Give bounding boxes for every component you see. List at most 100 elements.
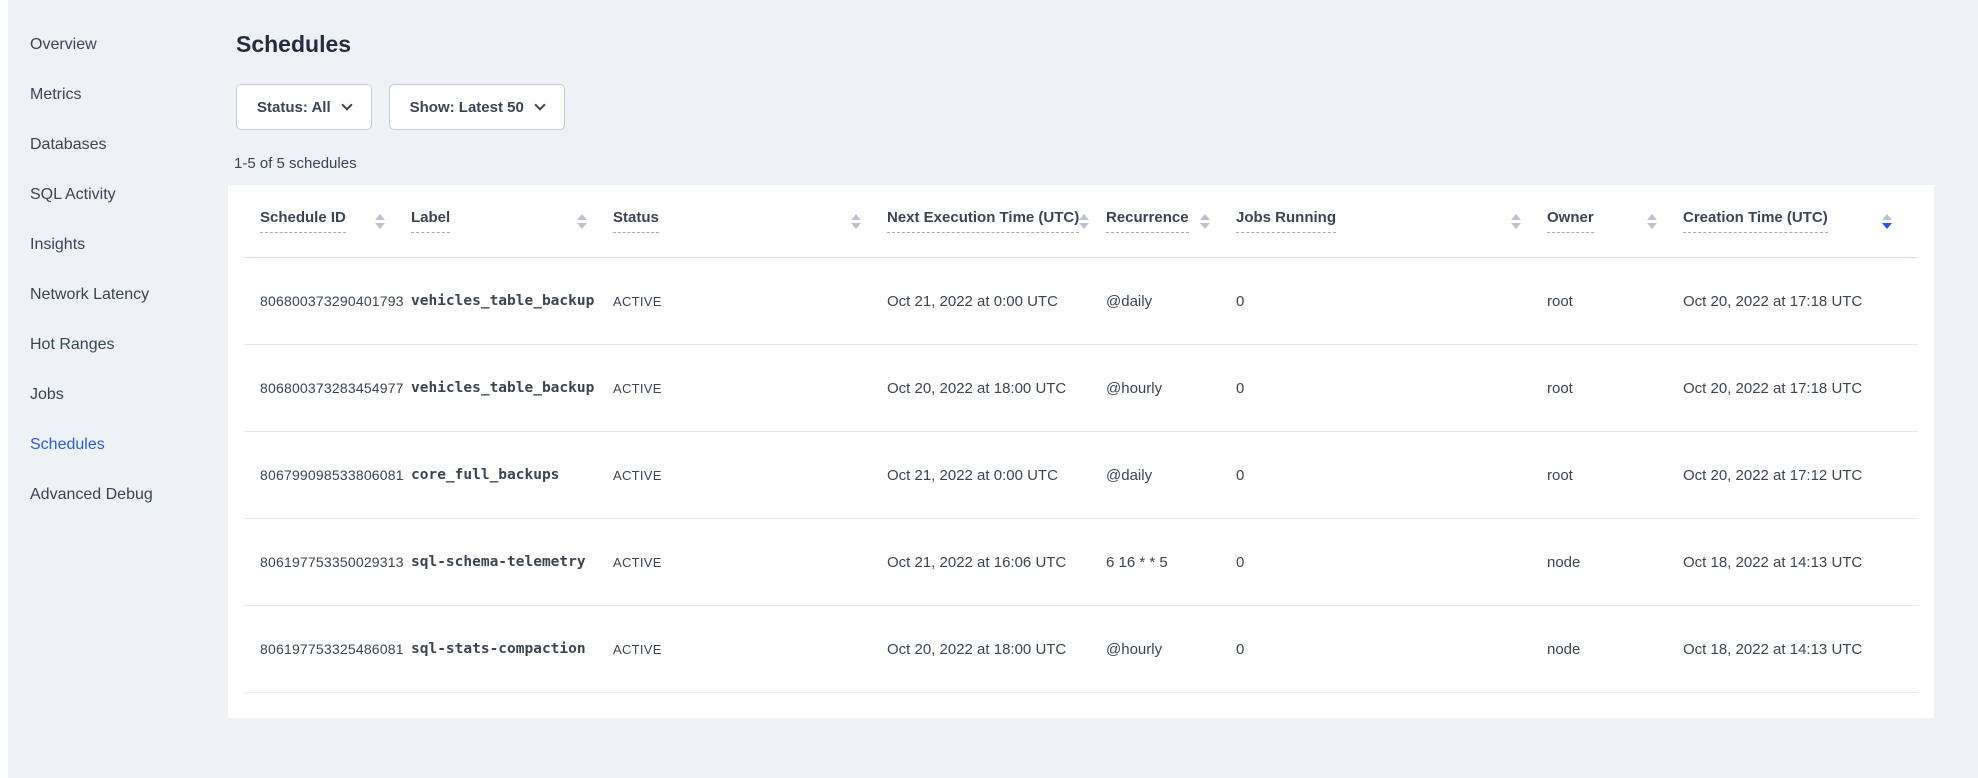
cell-owner: root: [1547, 293, 1683, 310]
column-header-label: Owner: [1547, 209, 1594, 233]
sort-asc-arrow-icon: [1200, 214, 1210, 220]
cell-next-execution: Oct 20, 2022 at 18:00 UTC: [887, 641, 1106, 658]
column-header-recurrence[interactable]: Recurrence: [1106, 209, 1236, 233]
table-row: 806800373283454977vehicles_table_backupA…: [244, 345, 1918, 432]
sort-desc-arrow-icon: [375, 223, 385, 229]
sort-desc-arrow-icon: [577, 223, 587, 229]
cell-schedule-id: 806800373283454977: [244, 380, 411, 396]
sidebar-item-schedules[interactable]: Schedules: [8, 420, 233, 470]
sort-asc-arrow-icon: [851, 214, 861, 220]
cell-schedule-id: 806197753350029313: [244, 554, 411, 570]
cell-jobs-running: 0: [1236, 554, 1547, 571]
table-row: 806799098533806081core_full_backupsACTIV…: [244, 432, 1918, 519]
column-header-jobs-running[interactable]: Jobs Running: [1236, 209, 1547, 233]
cell-next-execution: Oct 20, 2022 at 18:00 UTC: [887, 380, 1106, 397]
column-header-label: Recurrence: [1106, 209, 1189, 233]
sidebar-item-databases[interactable]: Databases: [8, 120, 233, 170]
cell-owner: root: [1547, 467, 1683, 484]
cell-schedule-id: 806799098533806081: [244, 467, 411, 483]
cell-status: ACTIVE: [613, 381, 887, 396]
cell-owner: node: [1547, 554, 1683, 571]
cell-label: vehicles_table_backup: [411, 380, 613, 396]
table-row: 806800373290401793vehicles_table_backupA…: [244, 258, 1918, 345]
cell-recurrence: @hourly: [1106, 380, 1236, 397]
column-header-label: Creation Time (UTC): [1683, 209, 1828, 233]
sort-icon[interactable]: [1647, 214, 1657, 229]
show-filter-label: Show: Latest 50: [410, 99, 524, 116]
cell-creation-time: Oct 20, 2022 at 17:12 UTC: [1683, 467, 1918, 484]
column-header-status[interactable]: Status: [613, 209, 887, 233]
sort-icon[interactable]: [1882, 214, 1892, 229]
sort-icon[interactable]: [375, 214, 385, 229]
cell-label: sql-schema-telemetry: [411, 554, 613, 570]
sort-icon[interactable]: [577, 214, 587, 229]
column-header-label: Next Execution Time (UTC): [887, 209, 1079, 233]
cell-schedule-id: 806800373290401793: [244, 293, 411, 309]
sidebar-item-metrics[interactable]: Metrics: [8, 70, 233, 120]
cell-jobs-running: 0: [1236, 641, 1547, 658]
sidebar-item-advanced-debug[interactable]: Advanced Debug: [8, 470, 233, 520]
column-header-label[interactable]: Label: [411, 209, 613, 233]
sidebar-item-overview[interactable]: Overview: [8, 20, 233, 70]
sort-desc-arrow-icon: [851, 223, 861, 229]
chevron-down-icon: [341, 99, 352, 110]
sort-icon[interactable]: [1079, 214, 1089, 229]
sidebar-nav: OverviewMetricsDatabasesSQL ActivityInsi…: [8, 0, 233, 778]
sidebar-item-network-latency[interactable]: Network Latency: [8, 270, 233, 320]
cell-jobs-running: 0: [1236, 293, 1547, 310]
column-header-owner[interactable]: Owner: [1547, 209, 1683, 233]
column-header-creation-time-utc[interactable]: Creation Time (UTC): [1683, 209, 1918, 233]
cell-recurrence: @daily: [1106, 467, 1236, 484]
cell-recurrence: @hourly: [1106, 641, 1236, 658]
cell-status: ACTIVE: [613, 294, 887, 309]
sort-desc-arrow-icon: [1647, 223, 1657, 229]
table-header-row: Schedule ID Label Status Next Execution Tim…: [244, 185, 1918, 258]
sort-asc-arrow-icon: [1511, 214, 1521, 220]
sidebar-item-hot-ranges[interactable]: Hot Ranges: [8, 320, 233, 370]
sort-icon[interactable]: [1200, 214, 1210, 229]
sidebar-item-jobs[interactable]: Jobs: [8, 370, 233, 420]
cell-creation-time: Oct 18, 2022 at 14:13 UTC: [1683, 641, 1918, 658]
page-title: Schedules: [228, 0, 1978, 58]
cell-next-execution: Oct 21, 2022 at 16:06 UTC: [887, 554, 1106, 571]
cell-creation-time: Oct 20, 2022 at 17:18 UTC: [1683, 293, 1918, 310]
sort-asc-arrow-icon: [577, 214, 587, 220]
status-filter-label: Status: All: [257, 99, 331, 116]
schedules-table-card: Schedule ID Label Status Next Execution Tim…: [228, 185, 1934, 718]
table-row: 806197753325486081sql-stats-compactionAC…: [244, 606, 1918, 693]
table-body: 806800373290401793vehicles_table_backupA…: [244, 258, 1918, 693]
sort-icon[interactable]: [1511, 214, 1521, 229]
sidebar-item-insights[interactable]: Insights: [8, 220, 233, 270]
cell-owner: node: [1547, 641, 1683, 658]
cell-label: sql-stats-compaction: [411, 641, 613, 657]
results-summary: 1-5 of 5 schedules: [234, 154, 1978, 174]
cell-recurrence: @daily: [1106, 293, 1236, 310]
cell-creation-time: Oct 18, 2022 at 14:13 UTC: [1683, 554, 1918, 571]
cell-status: ACTIVE: [613, 468, 887, 483]
column-header-next-execution-time-utc[interactable]: Next Execution Time (UTC): [887, 209, 1106, 233]
cell-next-execution: Oct 21, 2022 at 0:00 UTC: [887, 467, 1106, 484]
sort-asc-arrow-icon: [375, 214, 385, 220]
column-header-label: Label: [411, 209, 450, 233]
column-header-label: Status: [613, 209, 659, 233]
main-content: Schedules Status: All Show: Latest 50 1-…: [228, 0, 1978, 718]
sort-asc-arrow-icon: [1079, 214, 1089, 220]
chevron-down-icon: [534, 99, 545, 110]
cell-status: ACTIVE: [613, 555, 887, 570]
column-header-label: Schedule ID: [260, 209, 346, 233]
cell-label: core_full_backups: [411, 467, 613, 483]
cell-status: ACTIVE: [613, 642, 887, 657]
cell-jobs-running: 0: [1236, 380, 1547, 397]
cell-owner: root: [1547, 380, 1683, 397]
cell-jobs-running: 0: [1236, 467, 1547, 484]
column-header-label: Jobs Running: [1236, 209, 1336, 233]
sort-desc-arrow-icon: [1200, 223, 1210, 229]
cell-creation-time: Oct 20, 2022 at 17:18 UTC: [1683, 380, 1918, 397]
column-header-schedule-id[interactable]: Schedule ID: [244, 209, 411, 233]
show-filter-dropdown[interactable]: Show: Latest 50: [389, 84, 565, 130]
status-filter-dropdown[interactable]: Status: All: [236, 84, 372, 130]
page-left-gutter: [0, 0, 8, 778]
sort-icon[interactable]: [851, 214, 861, 229]
table-row: 806197753350029313sql-schema-telemetryAC…: [244, 519, 1918, 606]
sidebar-item-sql-activity[interactable]: SQL Activity: [8, 170, 233, 220]
